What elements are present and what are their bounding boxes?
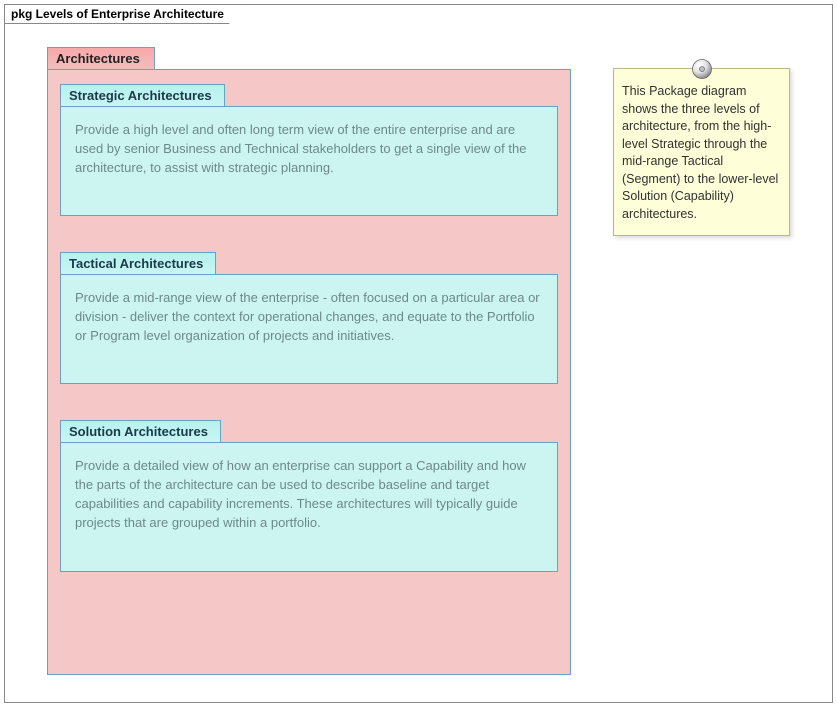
package-strategic: Strategic Architectures Provide a high l… <box>60 84 558 216</box>
package-architectures-body: Strategic Architectures Provide a high l… <box>47 69 571 675</box>
package-strategic-description: Provide a high level and often long term… <box>60 106 558 216</box>
diagram-frame: pkg Levels of Enterprise Architecture Ar… <box>4 4 833 703</box>
note: This Package diagram shows the three lev… <box>613 68 790 236</box>
package-strategic-title: Strategic Architectures <box>60 84 225 106</box>
diagram-frame-title: pkg Levels of Enterprise Architecture <box>4 4 241 24</box>
pushpin-icon <box>691 58 713 80</box>
package-solution-title: Solution Architectures <box>60 420 221 442</box>
note-text: This Package diagram shows the three lev… <box>613 68 790 236</box>
package-tactical: Tactical Architectures Provide a mid-ran… <box>60 252 558 384</box>
package-architectures: Architectures Strategic Architectures Pr… <box>47 47 571 677</box>
package-tactical-title: Tactical Architectures <box>60 252 216 274</box>
package-solution: Solution Architectures Provide a detaile… <box>60 420 558 572</box>
package-solution-description: Provide a detailed view of how an enterp… <box>60 442 558 572</box>
package-tactical-description: Provide a mid-range view of the enterpri… <box>60 274 558 384</box>
package-architectures-title: Architectures <box>47 47 155 69</box>
